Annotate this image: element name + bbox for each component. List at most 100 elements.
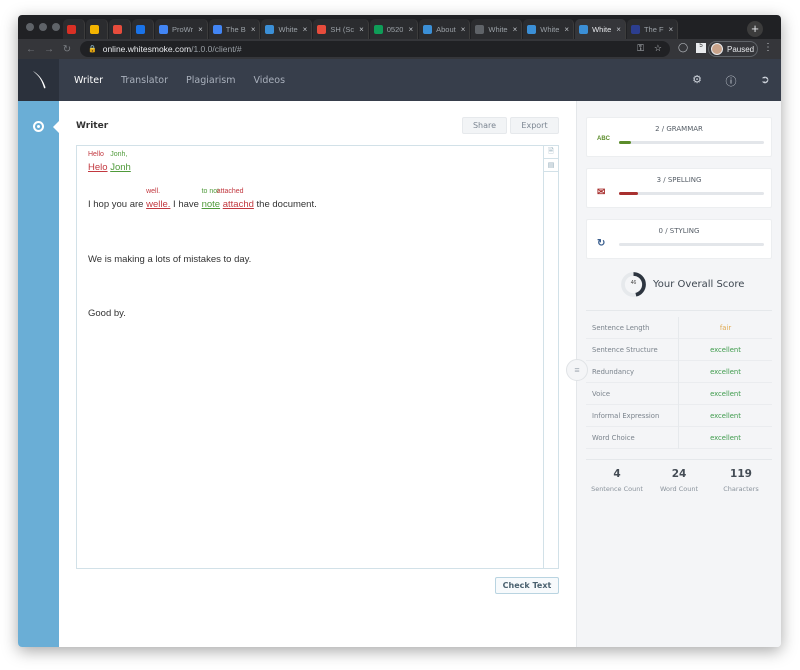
tab-label: White <box>488 24 508 34</box>
browser-tab[interactable] <box>132 19 154 39</box>
score-card[interactable]: 0 / STYLING ↻ <box>586 219 772 259</box>
close-tab-icon[interactable]: × <box>564 25 569 34</box>
url-host: online.whitesmoke.com <box>102 44 192 54</box>
profile-status: Paused <box>727 44 755 54</box>
metric-row[interactable]: Sentence Structure excellent <box>586 338 772 361</box>
metric-value: excellent <box>710 389 741 398</box>
nav-plagiarism[interactable]: Plagiarism <box>186 75 235 86</box>
browser-menu-icon[interactable]: ⋮ <box>763 42 773 53</box>
close-tab-icon[interactable]: × <box>616 25 621 34</box>
panel-toggle-icon[interactable]: ≡ <box>566 359 588 381</box>
document-icon[interactable]: 🗎 <box>544 146 558 159</box>
stat-word-count: 24 Word Count <box>648 468 710 493</box>
nav-writer[interactable]: Writer <box>74 75 103 86</box>
close-window-button[interactable] <box>26 23 34 31</box>
stat-characters: 119 Characters <box>710 468 772 493</box>
close-tab-icon[interactable]: × <box>513 25 518 34</box>
metric-value: excellent <box>710 433 741 442</box>
app-header: Writer Translator Plagiarism Videos ⚙ ⓘ ➲ <box>18 59 781 101</box>
nav-translator[interactable]: Translator <box>121 75 168 86</box>
nav-videos[interactable]: Videos <box>253 75 285 86</box>
browser-tab[interactable] <box>109 19 131 39</box>
browser-tab[interactable]: The F × <box>626 19 679 39</box>
writer-main: Writer Share Export Hello Helo Jonh, Jonh … <box>59 101 576 647</box>
score-card-title: 0 / STYLING <box>658 227 700 235</box>
browser-tab[interactable]: White × <box>575 19 626 39</box>
docs-icon <box>212 24 222 34</box>
metric-row[interactable]: Voice excellent <box>586 382 772 405</box>
logout-icon[interactable]: ➲ <box>759 73 771 89</box>
clipboard-icon[interactable]: ▤ <box>544 159 558 172</box>
browser-tab[interactable]: White × <box>261 19 313 39</box>
spelling-error[interactable]: Hello Helo <box>88 151 108 173</box>
metric-row[interactable]: Redundancy excellent <box>586 360 772 383</box>
browser-tab[interactable]: About × <box>419 19 471 39</box>
maximize-window-button[interactable] <box>52 23 60 31</box>
close-tab-icon[interactable]: × <box>251 25 256 34</box>
whitesmoke-icon <box>527 24 537 34</box>
close-tab-icon[interactable]: × <box>198 25 203 34</box>
metric-label: Word Choice <box>586 426 679 449</box>
suggestion[interactable]: Jonh, <box>110 151 127 158</box>
bookmark-star-icon[interactable]: ☆ <box>654 43 662 54</box>
grammar-error[interactable]: Jonh, Jonh <box>110 151 131 173</box>
help-icon[interactable]: ⓘ <box>725 73 737 89</box>
pocket-extension-icon[interactable]: ◯ <box>678 42 688 53</box>
browser-toolbar: ← → ↻ 🔒 online.whitesmoke.com/1.0.0/clie… <box>18 39 781 59</box>
suggestion[interactable]: attached <box>217 188 244 195</box>
browser-tab[interactable]: ProWr × <box>155 19 208 39</box>
editor-line: Hello Helo Jonh, Jonh <box>88 151 131 173</box>
metric-row[interactable]: Informal Expression excellent <box>586 404 772 427</box>
score-progress-bar <box>619 243 764 246</box>
settings-gear-icon[interactable]: ⚙ <box>691 73 703 89</box>
loading-icon <box>475 24 485 34</box>
grammar-error[interactable]: to not note <box>202 188 221 210</box>
metric-label: Voice <box>586 382 679 405</box>
text-editor[interactable]: Hello Helo Jonh, Jonh I hop you are well. w… <box>76 145 559 569</box>
key-icon[interactable]: ⚿ <box>637 43 644 54</box>
new-tab-button[interactable]: + <box>747 21 763 37</box>
metric-label: Sentence Structure <box>586 338 679 361</box>
metric-label: Sentence Length <box>586 316 679 339</box>
close-tab-icon[interactable]: × <box>461 25 466 34</box>
forward-icon[interactable]: → <box>40 44 58 55</box>
score-card[interactable]: 2 / GRAMMAR ABC <box>586 117 772 157</box>
minimize-window-button[interactable] <box>39 23 47 31</box>
browser-tab[interactable]: White × <box>471 19 523 39</box>
close-tab-icon[interactable]: × <box>359 25 364 34</box>
suggestion[interactable]: Hello <box>88 151 104 158</box>
editor-line: We is making a lots of mistakes to day. <box>88 254 252 265</box>
tab-label: The B <box>225 24 246 34</box>
address-bar[interactable]: 🔒 online.whitesmoke.com/1.0.0/client/# ⚿… <box>80 41 670 57</box>
tab-label: About <box>436 24 456 34</box>
stat-value: 119 <box>730 468 752 480</box>
close-tab-icon[interactable]: × <box>303 25 308 34</box>
browser-tab[interactable]: White × <box>523 19 575 39</box>
browser-tab[interactable]: 0520 × <box>369 19 419 39</box>
profile-button[interactable]: Paused <box>708 41 758 57</box>
extension-icon[interactable]: 5 <box>696 42 707 53</box>
close-tab-icon[interactable]: × <box>669 25 674 34</box>
browser-tab[interactable]: The B × <box>208 19 261 39</box>
metric-row[interactable]: Sentence Length fair <box>586 316 772 339</box>
tab-label: The F <box>643 24 664 34</box>
spelling-error[interactable]: well. welle. <box>146 188 170 210</box>
close-tab-icon[interactable]: × <box>408 25 413 34</box>
browser-tab[interactable] <box>86 19 108 39</box>
back-icon[interactable]: ← <box>22 44 40 55</box>
stat-label: Sentence Count <box>591 485 643 493</box>
metric-row[interactable]: Word Choice excellent <box>586 426 772 449</box>
spelling-error[interactable]: attached attachd <box>217 188 254 210</box>
export-button[interactable]: Export <box>510 117 559 134</box>
metric-value: excellent <box>710 345 741 354</box>
avatar <box>711 43 723 55</box>
browser-tab[interactable] <box>63 19 85 39</box>
writer-target-icon[interactable] <box>33 121 44 132</box>
check-text-button[interactable]: Check Text <box>495 577 559 594</box>
suggestion[interactable]: well. <box>146 188 160 195</box>
score-card[interactable]: 3 / SPELLING ✉ <box>586 168 772 208</box>
reload-icon[interactable]: ↻ <box>58 44 76 55</box>
share-button[interactable]: Share <box>462 117 507 134</box>
browser-tab[interactable]: SH (Sc × <box>313 19 369 39</box>
whitesmoke-logo[interactable] <box>18 59 59 101</box>
